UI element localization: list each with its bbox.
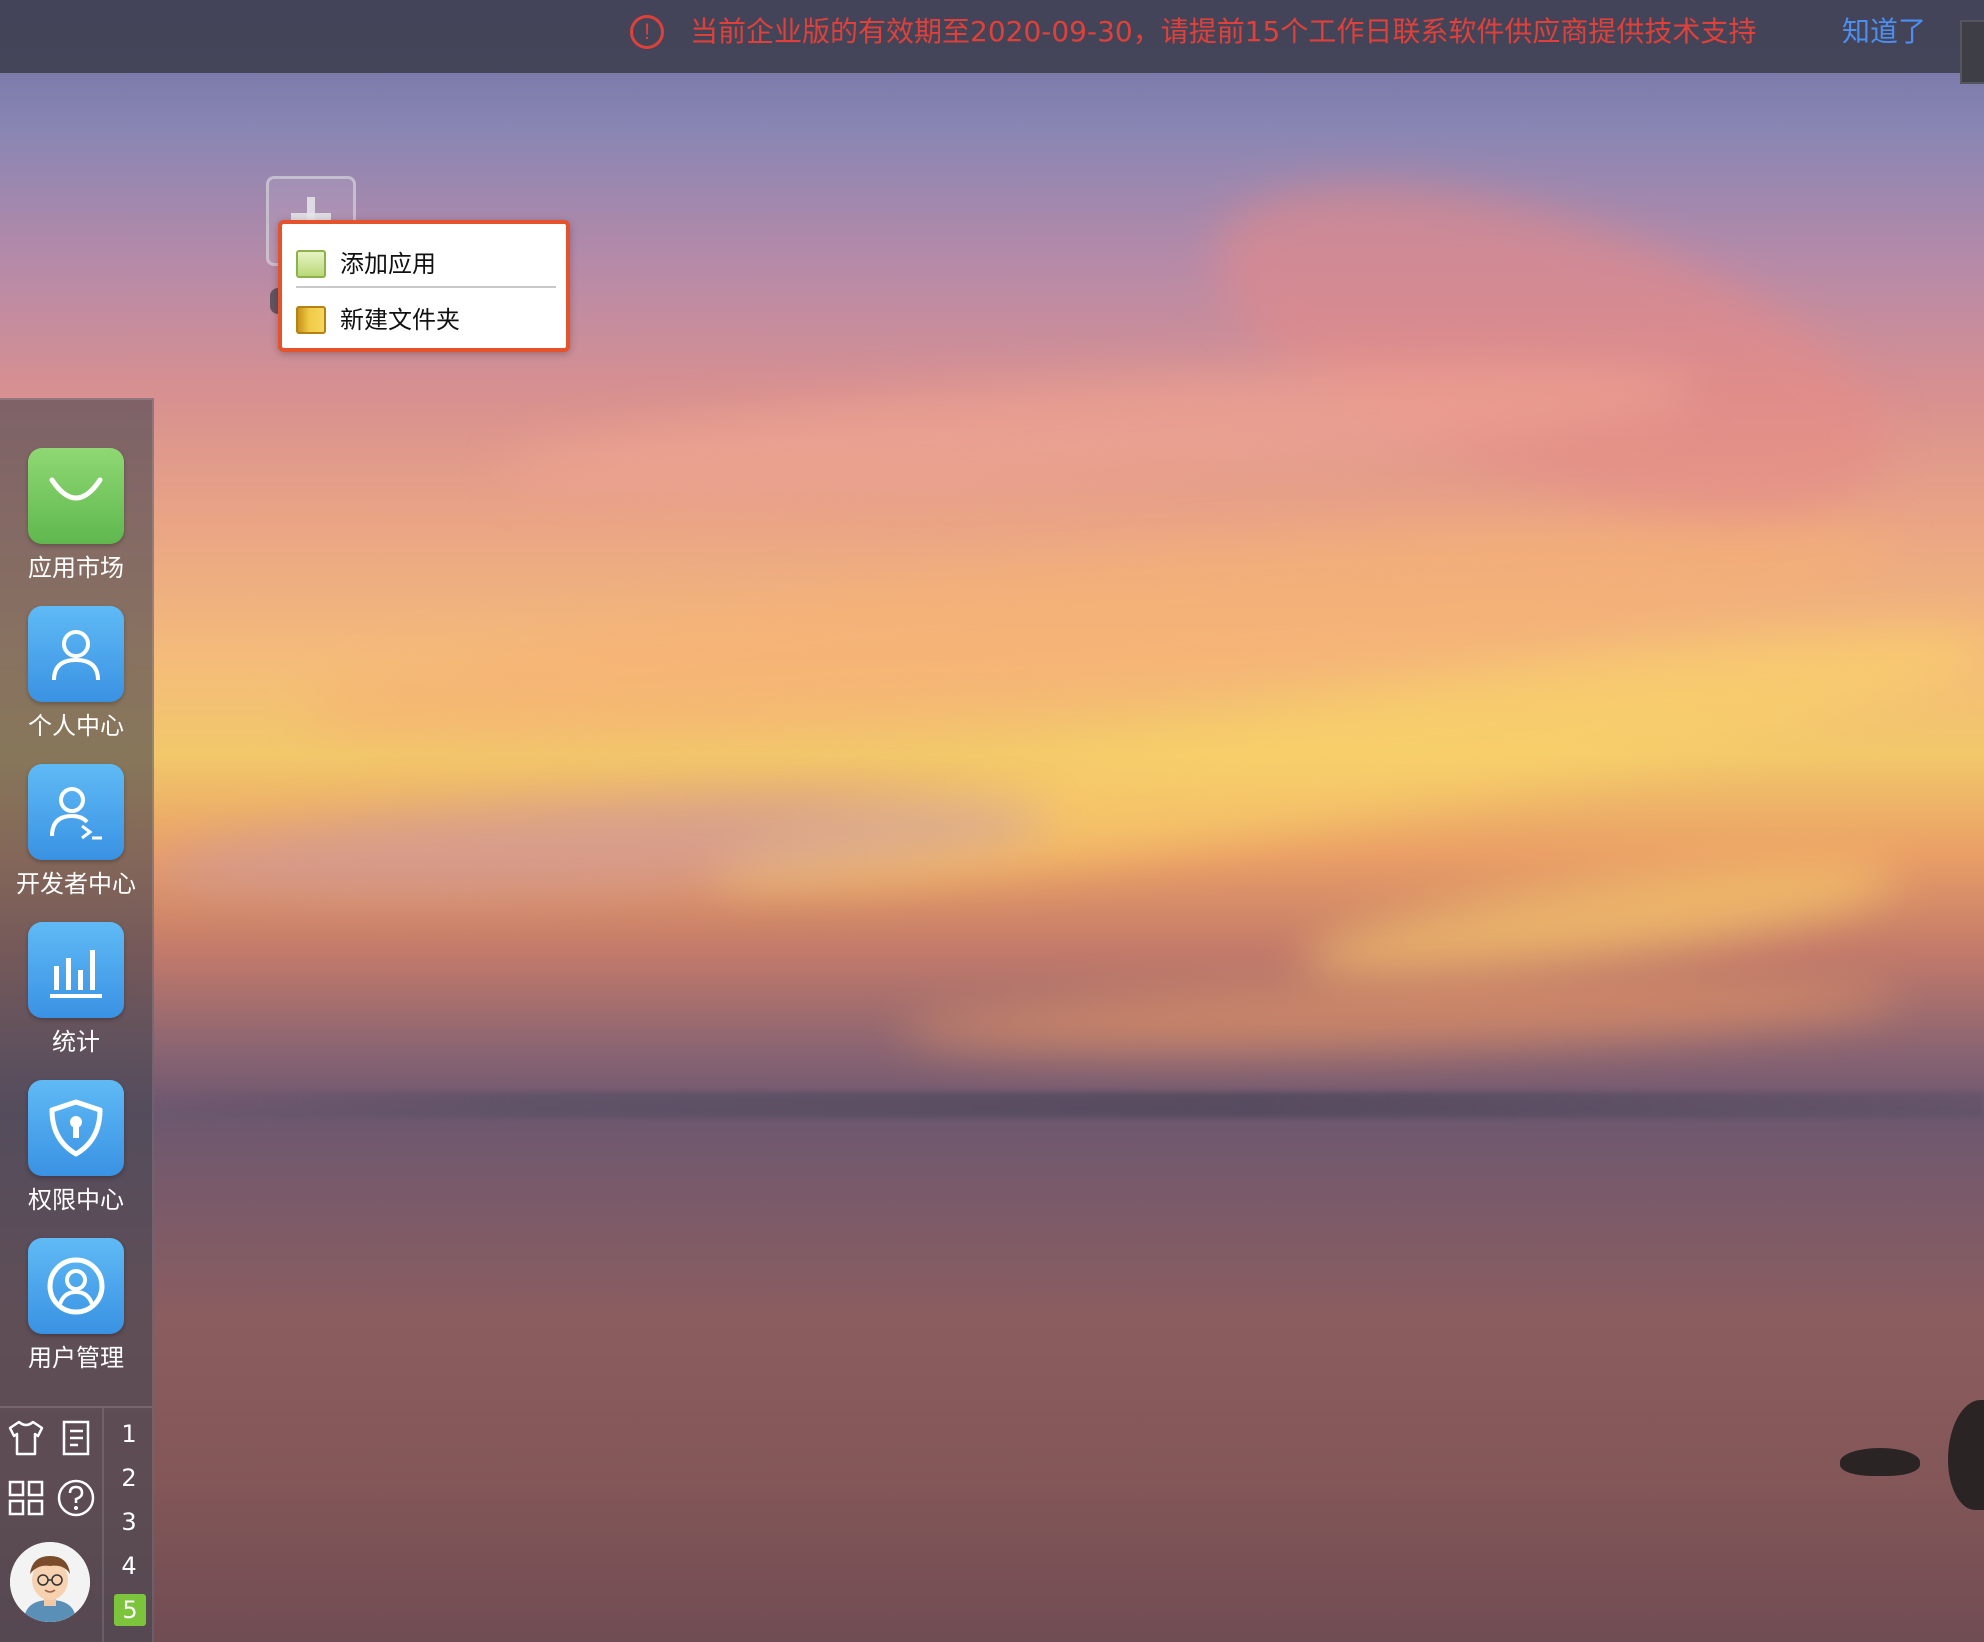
dock-app-label: 用户管理: [28, 1344, 124, 1372]
new-folder-icon: [296, 306, 326, 334]
dock-app-label: 开发者中心: [16, 870, 136, 898]
menu-item-label: 添加应用: [340, 250, 436, 278]
dock-app-permission-center[interactable]: 权限中心: [0, 1080, 152, 1230]
desktop-page-1[interactable]: 1: [114, 1416, 144, 1452]
dock-app-label: 统计: [52, 1028, 100, 1056]
dock-divider: [0, 1406, 152, 1408]
desktop-page-2[interactable]: 2: [114, 1460, 144, 1496]
dock-app-label: 应用市场: [28, 554, 124, 582]
dock-tools-divider: [102, 1408, 104, 1642]
dock-app-user-management[interactable]: 用户管理: [0, 1238, 152, 1388]
menu-item-new-folder[interactable]: 新建文件夹: [292, 294, 560, 346]
side-panel-tab[interactable]: [1960, 20, 1984, 84]
shirt-icon[interactable]: [6, 1418, 46, 1458]
warning-circle-icon: !: [630, 15, 664, 49]
user-circle-icon: [28, 1238, 124, 1334]
grid-icon[interactable]: [6, 1478, 46, 1518]
license-expiry-message: 当前企业版的有效期至2020-09-30，请提前15个工作日联系软件供应商提供技…: [690, 15, 1757, 48]
menu-item-add-app[interactable]: 添加应用: [292, 238, 560, 290]
dock-app-statistics[interactable]: 统计: [0, 922, 152, 1072]
left-dock: 应用市场 个人中心 开发者中心 统计 权限中心 用户管理 1 2 3 4 5: [0, 398, 154, 1642]
desktop-page-4[interactable]: 4: [114, 1548, 144, 1584]
add-app-icon: [296, 250, 326, 278]
dock-app-label: 个人中心: [28, 712, 124, 740]
add-context-menu: 添加应用 新建文件夹: [278, 220, 570, 352]
desktop[interactable]: ! 当前企业版的有效期至2020-09-30，请提前15个工作日联系软件供应商提…: [0, 0, 1984, 1642]
person-icon: [28, 606, 124, 702]
avatar[interactable]: [10, 1542, 90, 1622]
dismiss-notification-link[interactable]: 知道了: [1842, 13, 1926, 51]
dock-app-label: 权限中心: [28, 1186, 124, 1214]
license-notification-bar: ! 当前企业版的有效期至2020-09-30，请提前15个工作日联系软件供应商提…: [0, 0, 1984, 84]
dock-app-personal-center[interactable]: 个人中心: [0, 606, 152, 756]
shield-icon: [28, 1080, 124, 1176]
dock-app-app-market[interactable]: 应用市场: [0, 448, 152, 598]
desktop-page-3[interactable]: 3: [114, 1504, 144, 1540]
dock-app-developer-center[interactable]: 开发者中心: [0, 764, 152, 914]
menu-item-label: 新建文件夹: [340, 306, 460, 334]
bar-chart-icon: [28, 922, 124, 1018]
help-icon[interactable]: [56, 1478, 96, 1518]
notes-icon[interactable]: [56, 1418, 96, 1458]
developer-person-icon: [28, 764, 124, 860]
menu-separator: [296, 286, 556, 288]
shopping-bag-icon: [28, 448, 124, 544]
desktop-page-5[interactable]: 5: [114, 1594, 146, 1626]
